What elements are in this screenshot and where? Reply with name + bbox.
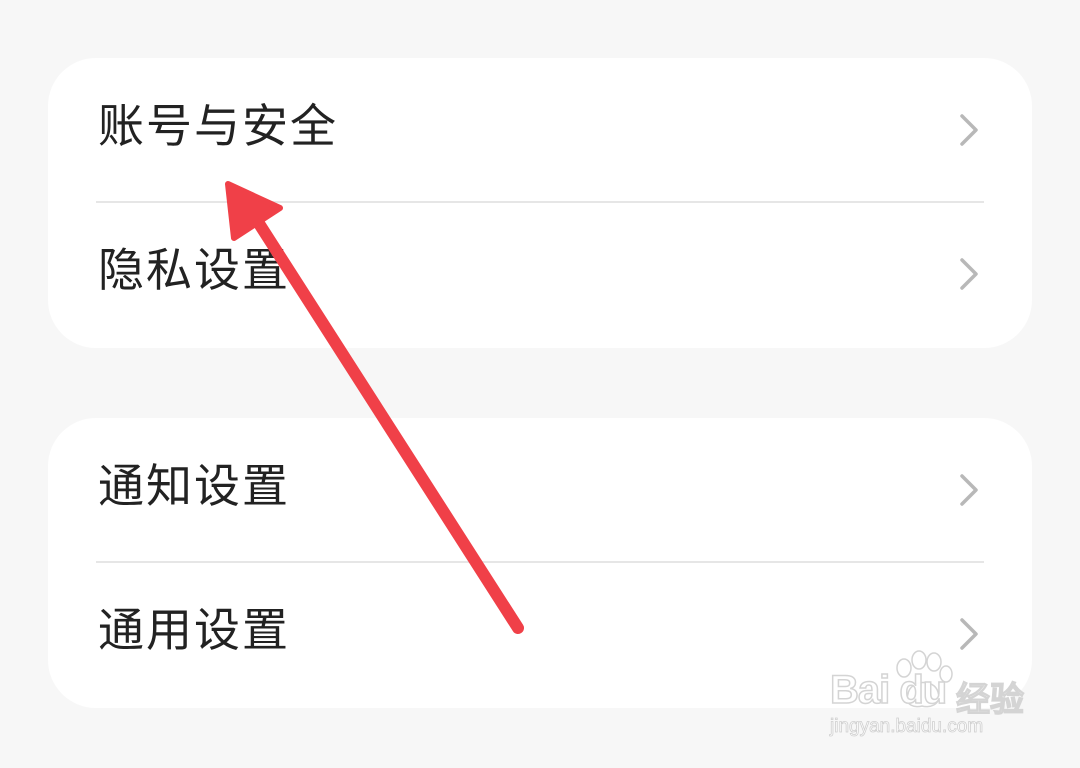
chevron-right-icon	[960, 114, 978, 146]
settings-group-account: 账号与安全 隐私设置	[48, 58, 1032, 348]
settings-item-label: 隐私设置	[98, 243, 290, 297]
settings-screen: 账号与安全 隐私设置 通知设置 通用设置 Bai du 经验 jingyan.b…	[0, 0, 1080, 768]
settings-item-account-security[interactable]: 账号与安全	[48, 58, 1032, 203]
settings-item-label: 账号与安全	[98, 99, 338, 153]
settings-group-general: 通知设置 通用设置	[48, 418, 1032, 708]
chevron-right-icon	[960, 474, 978, 506]
settings-item-label: 通用设置	[98, 603, 290, 657]
settings-item-privacy[interactable]: 隐私设置	[48, 202, 1032, 346]
settings-item-label: 通知设置	[98, 459, 290, 513]
chevron-right-icon	[960, 618, 978, 650]
settings-item-general[interactable]: 通用设置	[48, 562, 1032, 706]
chevron-right-icon	[960, 258, 978, 290]
settings-item-notifications[interactable]: 通知设置	[48, 418, 1032, 563]
watermark-url: jingyan.baidu.com	[830, 716, 984, 738]
